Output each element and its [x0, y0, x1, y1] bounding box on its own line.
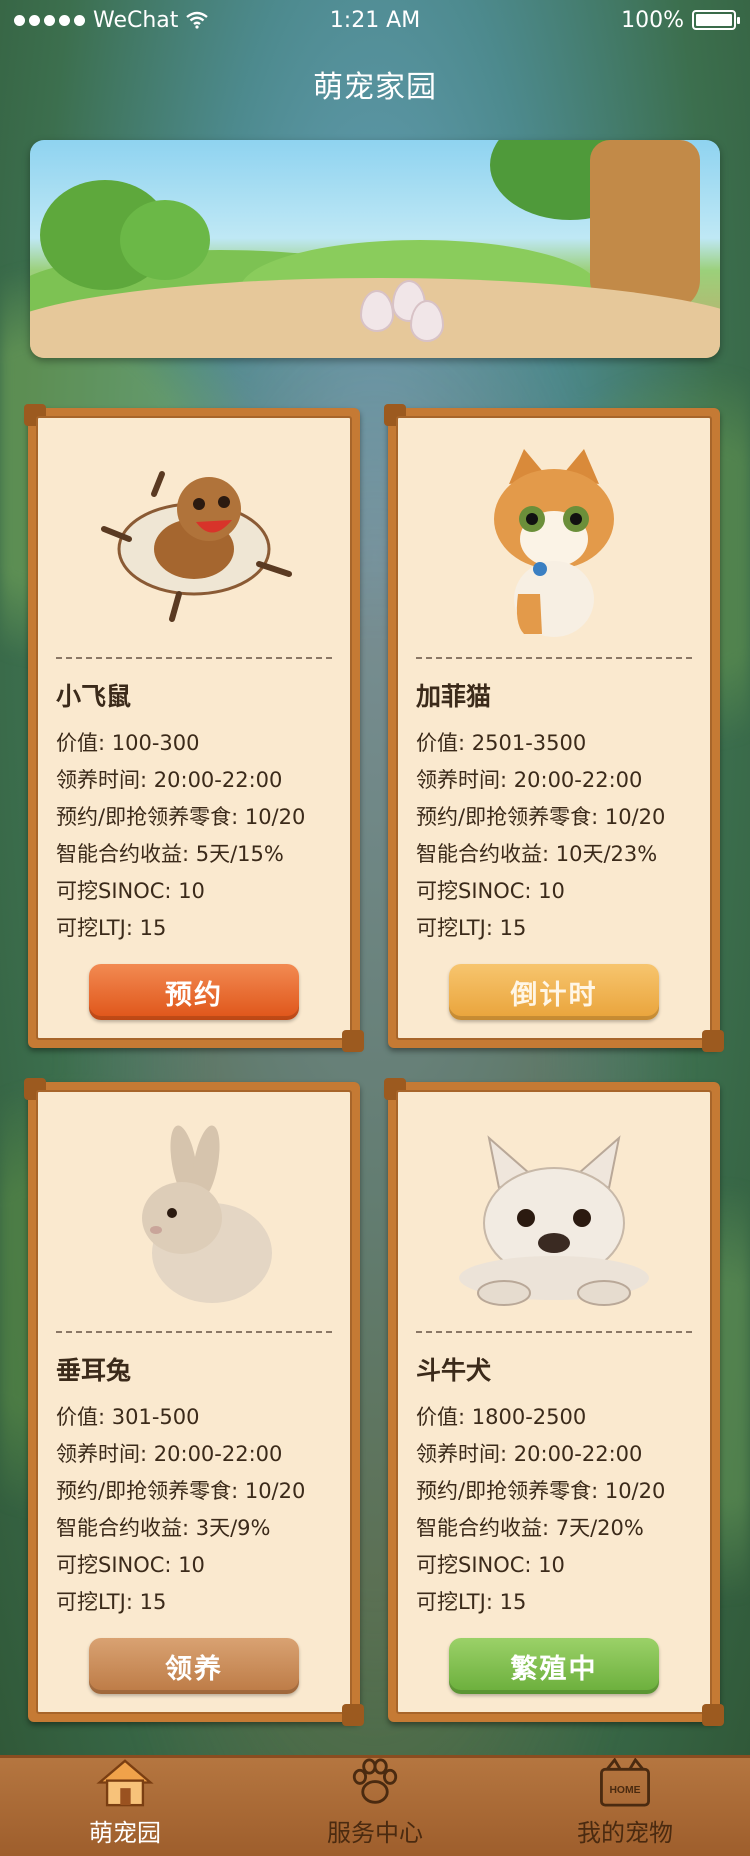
- pet-card-flying-squirrel: 小飞鼠 价值: 100-300 领养时间: 20:00-22:00 预约/即抢领…: [24, 404, 364, 1052]
- adopt-time-row: 领养时间: 20:00-22:00: [56, 1442, 283, 1466]
- value-row: 价值: 1800-2500: [416, 1405, 587, 1429]
- countdown-button[interactable]: 倒计时: [449, 964, 659, 1020]
- contract-row: 智能合约收益: 5天/15%: [56, 842, 284, 866]
- ltj-row: 可挖LTJ: 15: [56, 1590, 167, 1614]
- value-row: 价值: 2501-3500: [416, 731, 587, 755]
- home-box-icon: HOME: [600, 1758, 650, 1807]
- rabbit-image: [56, 1110, 332, 1325]
- sinoc-row: 可挖SINOC: 10: [56, 879, 205, 903]
- ltj-row: 可挖LTJ: 15: [416, 1590, 527, 1614]
- ltj-row: 可挖LTJ: 15: [56, 916, 167, 940]
- breeding-button[interactable]: 繁殖中: [449, 1638, 659, 1694]
- carrier-name: WeChat: [93, 7, 179, 33]
- snack-row: 预约/即抢领养零食: 10/20: [56, 805, 306, 829]
- sinoc-row: 可挖SINOC: 10: [416, 879, 565, 903]
- tab-label: 服务中心: [327, 1819, 423, 1847]
- battery-percent: 100%: [621, 7, 684, 33]
- value-row: 价值: 301-500: [56, 1405, 200, 1429]
- svg-text:HOME: HOME: [609, 1785, 640, 1796]
- adopt-time-row: 领养时间: 20:00-22:00: [416, 768, 643, 792]
- pet-card-bulldog: 斗牛犬 价值: 1800-2500 领养时间: 20:00-22:00 预约/即…: [384, 1078, 724, 1726]
- sinoc-row: 可挖SINOC: 10: [56, 1553, 205, 1577]
- bottom-tab-bar: 萌宠园 服务中心 HOME 我的宠物: [0, 1755, 750, 1856]
- egg-icon: [410, 300, 444, 342]
- snack-row: 预约/即抢领养零食: 10/20: [416, 1479, 666, 1503]
- contract-row: 智能合约收益: 10天/23%: [416, 842, 658, 866]
- page-title: 萌宠家园: [313, 70, 437, 105]
- egg-icon: [360, 290, 394, 332]
- battery-icon: [692, 10, 740, 30]
- pet-card-garfield-cat: 加菲猫 价值: 2501-3500 领养时间: 20:00-22:00 预约/即…: [384, 404, 724, 1052]
- pet-name: 小飞鼠: [56, 682, 132, 711]
- card-divider: [416, 1331, 692, 1333]
- tab-my-pets[interactable]: HOME 我的宠物: [500, 1758, 750, 1856]
- value-row: 价值: 100-300: [56, 731, 200, 755]
- card-divider: [416, 657, 692, 659]
- reserve-button[interactable]: 预约: [89, 964, 299, 1020]
- contract-row: 智能合约收益: 7天/20%: [416, 1516, 644, 1540]
- tab-label: 我的宠物: [577, 1819, 673, 1847]
- flying-squirrel-image: [56, 436, 332, 651]
- wifi-icon: [186, 11, 209, 29]
- pet-name: 加菲猫: [416, 682, 492, 711]
- snack-row: 预约/即抢领养零食: 10/20: [416, 805, 666, 829]
- kitten-image: [416, 436, 692, 651]
- tab-label: 萌宠园: [89, 1819, 161, 1847]
- signal-strength-icon: [14, 14, 85, 26]
- tab-pet-garden[interactable]: 萌宠园: [0, 1758, 250, 1856]
- sinoc-row: 可挖SINOC: 10: [416, 1553, 565, 1577]
- banner-image[interactable]: [30, 140, 720, 358]
- contract-row: 智能合约收益: 3天/9%: [56, 1516, 271, 1540]
- tab-service-center[interactable]: 服务中心: [250, 1758, 500, 1856]
- house-icon: [96, 1759, 154, 1807]
- adopt-time-row: 领养时间: 20:00-22:00: [56, 768, 283, 792]
- card-divider: [56, 657, 332, 659]
- bulldog-image: [416, 1110, 692, 1325]
- snack-row: 预约/即抢领养零食: 10/20: [56, 1479, 306, 1503]
- adopt-button[interactable]: 领养: [89, 1638, 299, 1694]
- pet-card-lop-rabbit: 垂耳兔 价值: 301-500 领养时间: 20:00-22:00 预约/即抢领…: [24, 1078, 364, 1726]
- status-bar: WeChat 1:21 AM 100%: [0, 0, 750, 40]
- adopt-time-row: 领养时间: 20:00-22:00: [416, 1442, 643, 1466]
- paw-icon: [352, 1758, 398, 1804]
- ltj-row: 可挖LTJ: 15: [416, 916, 527, 940]
- pet-name: 斗牛犬: [416, 1356, 492, 1385]
- card-divider: [56, 1331, 332, 1333]
- pet-name: 垂耳兔: [56, 1356, 132, 1385]
